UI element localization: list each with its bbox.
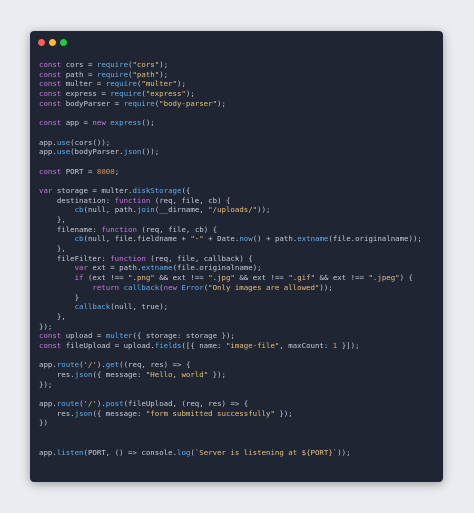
code-line: app.route('/').post(fileUpload, (req, re… bbox=[39, 399, 249, 409]
close-window-dot-icon[interactable] bbox=[38, 39, 45, 46]
code-line: res.json({ message: "form submitted succ… bbox=[56, 408, 293, 418]
code-line: } bbox=[74, 292, 80, 302]
code-line: }); bbox=[39, 321, 53, 331]
code-line: const path = require("path"); bbox=[39, 69, 169, 79]
code-line: return callback(new Error("Only images a… bbox=[92, 282, 333, 292]
code-line: res.json({ message: "Hello, world" }); bbox=[56, 370, 226, 379]
window-titlebar bbox=[30, 31, 443, 53]
code-line: cb(null, file.fieldname + "-" + Date.now… bbox=[74, 234, 422, 244]
code-window: const cors = require("cors"); const path … bbox=[30, 31, 443, 482]
code-line: filename: function (req, file, cb) { bbox=[56, 224, 218, 234]
code-line: }); bbox=[39, 379, 53, 389]
code-line: app.listen(PORT, () => console.log(`Serv… bbox=[39, 447, 351, 457]
code-line: if (ext !== ".png" && ext !== ".jpg" && … bbox=[74, 273, 413, 283]
code-line: const multer = require("multer"); bbox=[39, 79, 186, 89]
code-line: const app = new express(); bbox=[39, 118, 155, 128]
code-line: }) bbox=[39, 418, 48, 428]
code-line: app.use(bodyParser.json()); bbox=[39, 147, 160, 157]
code-line: destination: function (req, file, cb) { bbox=[56, 195, 231, 205]
code-line: }, bbox=[56, 311, 66, 321]
code-line: cb(null, path.join(__dirname, "/uploads/… bbox=[74, 205, 271, 215]
code-line: const upload = multer({ storage: storage… bbox=[39, 331, 235, 341]
code-line: const bodyParser = require("body-parser"… bbox=[39, 98, 226, 108]
code-line: const PORT = 8000; bbox=[39, 166, 120, 176]
code-line: const fileUpload = upload.fields([{ name… bbox=[39, 340, 360, 350]
code-line: var storage = multer.diskStorage({ bbox=[39, 185, 191, 195]
code-line: const cors = require("cors"); bbox=[39, 60, 169, 69]
code-line: const express = require("express"); bbox=[39, 89, 195, 99]
code-line: callback(null, true); bbox=[74, 302, 169, 312]
code-line: fileFilter: function (req, file, callbac… bbox=[56, 253, 253, 263]
code-line: }, bbox=[56, 215, 66, 224]
minimize-window-dot-icon[interactable] bbox=[49, 39, 56, 46]
code-line: var ext = path.extname(file.originalname… bbox=[74, 263, 262, 273]
code-block: const cors = require("cors"); const path … bbox=[39, 60, 422, 457]
code-line: }, bbox=[56, 244, 66, 254]
code-line: app.use(cors()); bbox=[39, 137, 111, 147]
maximize-window-dot-icon[interactable] bbox=[60, 39, 67, 46]
code-line: app.route('/').get((req, res) => { bbox=[39, 360, 191, 370]
